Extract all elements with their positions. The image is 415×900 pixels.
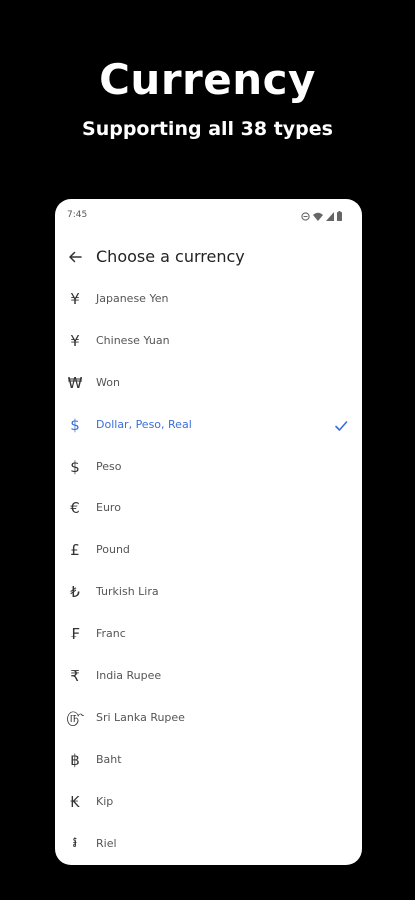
currency-name: India Rupee [96,669,162,683]
check-icon [334,418,348,432]
currency-item[interactable]: $ Peso [55,446,362,488]
currency-item[interactable]: ฿ Baht [55,739,362,781]
currency-item[interactable]: ₹ India Rupee [55,655,362,697]
currency-symbol: ฿ [70,750,80,769]
arrow-left-icon[interactable] [67,248,83,266]
currency-name: Euro [96,501,121,515]
page-title: Choose a currency [96,247,245,266]
promo-subtitle: Supporting all 38 types [82,118,333,140]
currency-item-selected[interactable]: $ Dollar, Peso, Real [55,404,362,446]
currency-name: Franc [96,627,126,641]
promo-title: Currency [99,55,316,104]
currency-item[interactable]: ₩ Won [55,362,362,404]
currency-name: Dollar, Peso, Real [96,417,192,431]
currency-name: Sri Lanka Rupee [96,710,185,724]
currency-item[interactable]: € Euro [55,487,362,529]
app-bar: Choose a currency [55,239,362,275]
currency-symbol: ¥ [70,289,80,308]
currency-name: Kip [96,794,114,808]
currency-symbol: ௹ [65,707,85,726]
currency-symbol: ₣ [70,625,80,644]
currency-symbol: ¥ [70,331,80,350]
currency-symbol: € [70,499,80,518]
currency-item[interactable]: ៛ Riel [55,823,362,865]
currency-item[interactable]: ₭ Kip [55,781,362,823]
currency-symbol: ₩ [67,373,83,392]
currency-item[interactable]: ௹ Sri Lanka Rupee [55,697,362,739]
status-icons [301,210,342,222]
currency-item[interactable]: ¥ Japanese Yen [55,278,362,320]
currency-name: Chinese Yuan [96,333,170,347]
phone-screen: 7:45 Choose a currency ¥ Japanese Yen ¥ … [55,199,362,865]
currency-symbol: $ [70,457,80,476]
wifi-icon [313,212,323,221]
status-time: 7:45 [67,210,88,220]
do-not-disturb-icon [301,211,310,221]
currency-item[interactable]: £ Pound [55,529,362,571]
currency-name: Riel [96,836,117,850]
signal-icon [326,211,334,221]
currency-name: Turkish Lira [96,585,159,599]
currency-name: Pound [96,543,130,557]
currency-symbol: ₭ [70,792,80,811]
currency-item[interactable]: ₺ Turkish Lira [55,571,362,613]
currency-name: Peso [96,459,122,473]
currency-symbol: ₹ [70,666,80,685]
currency-symbol: ៛ [72,832,78,851]
currency-name: Won [96,375,120,389]
currency-symbol: ₺ [70,583,80,602]
currency-name: Japanese Yen [96,292,169,305]
currency-symbol: £ [70,541,80,560]
currency-list: ¥ Japanese Yen ¥ Chinese Yuan ₩ Won $ Do… [55,278,362,864]
currency-item[interactable]: ¥ Chinese Yuan [55,320,362,362]
currency-symbol: $ [70,415,80,434]
status-bar: 7:45 [55,199,362,233]
battery-icon [337,211,342,221]
currency-item[interactable]: ₣ Franc [55,613,362,655]
currency-name: Baht [96,752,122,766]
